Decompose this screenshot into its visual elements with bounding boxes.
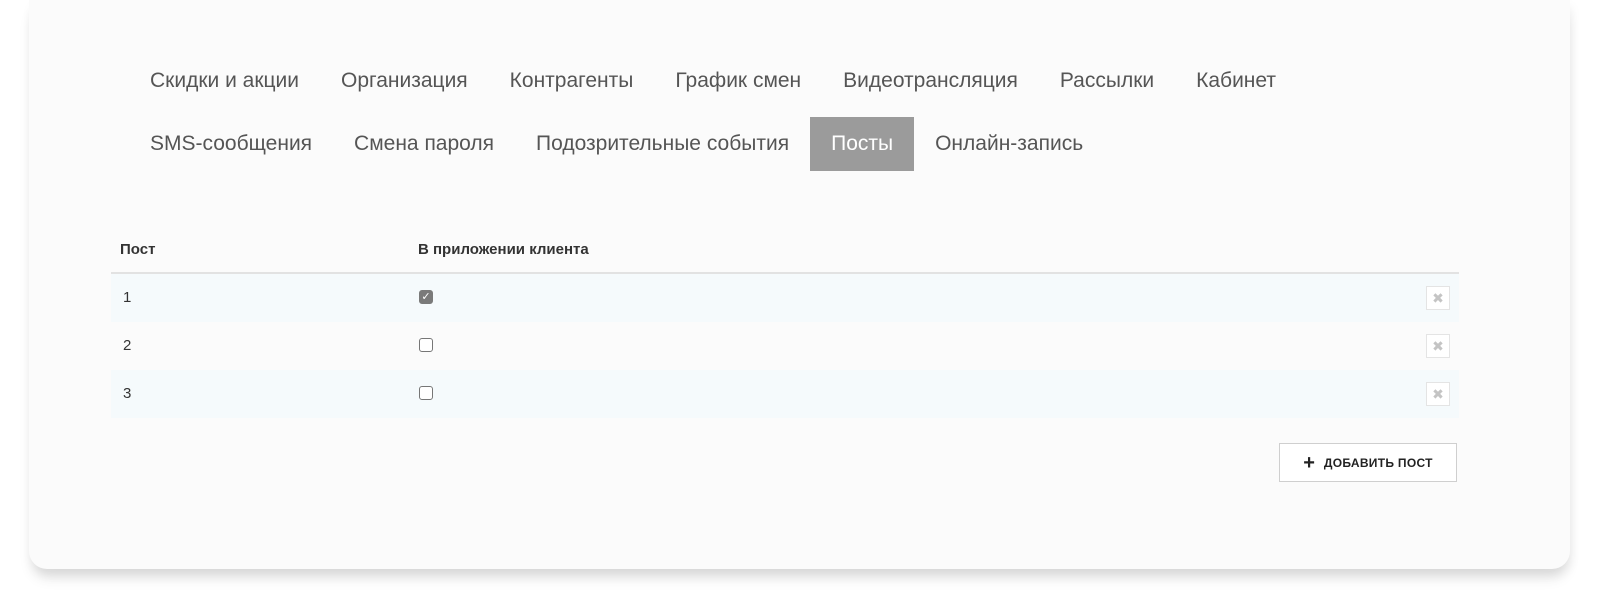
- posts-table: Пост В приложении клиента 1 ✓ ✖ 2 ✖ 3 ✖: [111, 228, 1459, 418]
- column-header-in-client-app: В приложении клиента: [418, 241, 589, 258]
- post-number: 2: [123, 337, 132, 354]
- tab-sms[interactable]: SMS-сообщения: [129, 117, 333, 171]
- post-number: 1: [123, 289, 132, 306]
- add-post-button-label: ДОБАВИТЬ ПОСТ: [1323, 455, 1433, 470]
- settings-card: Скидки и акции Организация Контрагенты Г…: [29, 0, 1570, 569]
- tab-discounts[interactable]: Скидки и акции: [129, 54, 320, 108]
- tab-cabinet[interactable]: Кабинет: [1175, 54, 1297, 108]
- tab-organization[interactable]: Организация: [320, 54, 489, 108]
- post-number: 3: [123, 385, 132, 402]
- tab-suspicious-events[interactable]: Подозрительные события: [515, 117, 810, 171]
- tab-row-2: SMS-сообщения Смена пароля Подозрительны…: [129, 117, 1104, 171]
- in-client-app-checkbox[interactable]: [419, 386, 433, 400]
- close-icon: ✖: [1432, 289, 1444, 306]
- table-row: 1 ✓ ✖: [111, 274, 1459, 322]
- tab-shift-schedule[interactable]: График смен: [654, 54, 822, 108]
- plus-icon: +: [1303, 451, 1315, 474]
- add-post-button[interactable]: + ДОБАВИТЬ ПОСТ: [1279, 443, 1457, 482]
- check-icon: ✓: [421, 290, 431, 303]
- in-client-app-checkbox[interactable]: ✓: [419, 290, 433, 304]
- tab-counterparties[interactable]: Контрагенты: [489, 54, 655, 108]
- table-header: Пост В приложении клиента: [111, 228, 1459, 274]
- tab-change-password[interactable]: Смена пароля: [333, 117, 515, 171]
- table-row: 3 ✖: [111, 370, 1459, 418]
- tab-row-1: Скидки и акции Организация Контрагенты Г…: [129, 54, 1297, 108]
- table-row: 2 ✖: [111, 322, 1459, 370]
- tab-posts[interactable]: Посты: [810, 117, 915, 171]
- delete-post-button[interactable]: ✖: [1426, 334, 1450, 358]
- in-client-app-checkbox[interactable]: [419, 338, 433, 352]
- column-header-post: Пост: [120, 241, 156, 258]
- tab-mailings[interactable]: Рассылки: [1039, 54, 1175, 108]
- delete-post-button[interactable]: ✖: [1426, 286, 1450, 310]
- close-icon: ✖: [1432, 337, 1444, 354]
- tab-video-stream[interactable]: Видеотрансляция: [822, 54, 1039, 108]
- close-icon: ✖: [1432, 385, 1444, 402]
- delete-post-button[interactable]: ✖: [1426, 382, 1450, 406]
- tab-online-booking[interactable]: Онлайн-запись: [914, 117, 1104, 171]
